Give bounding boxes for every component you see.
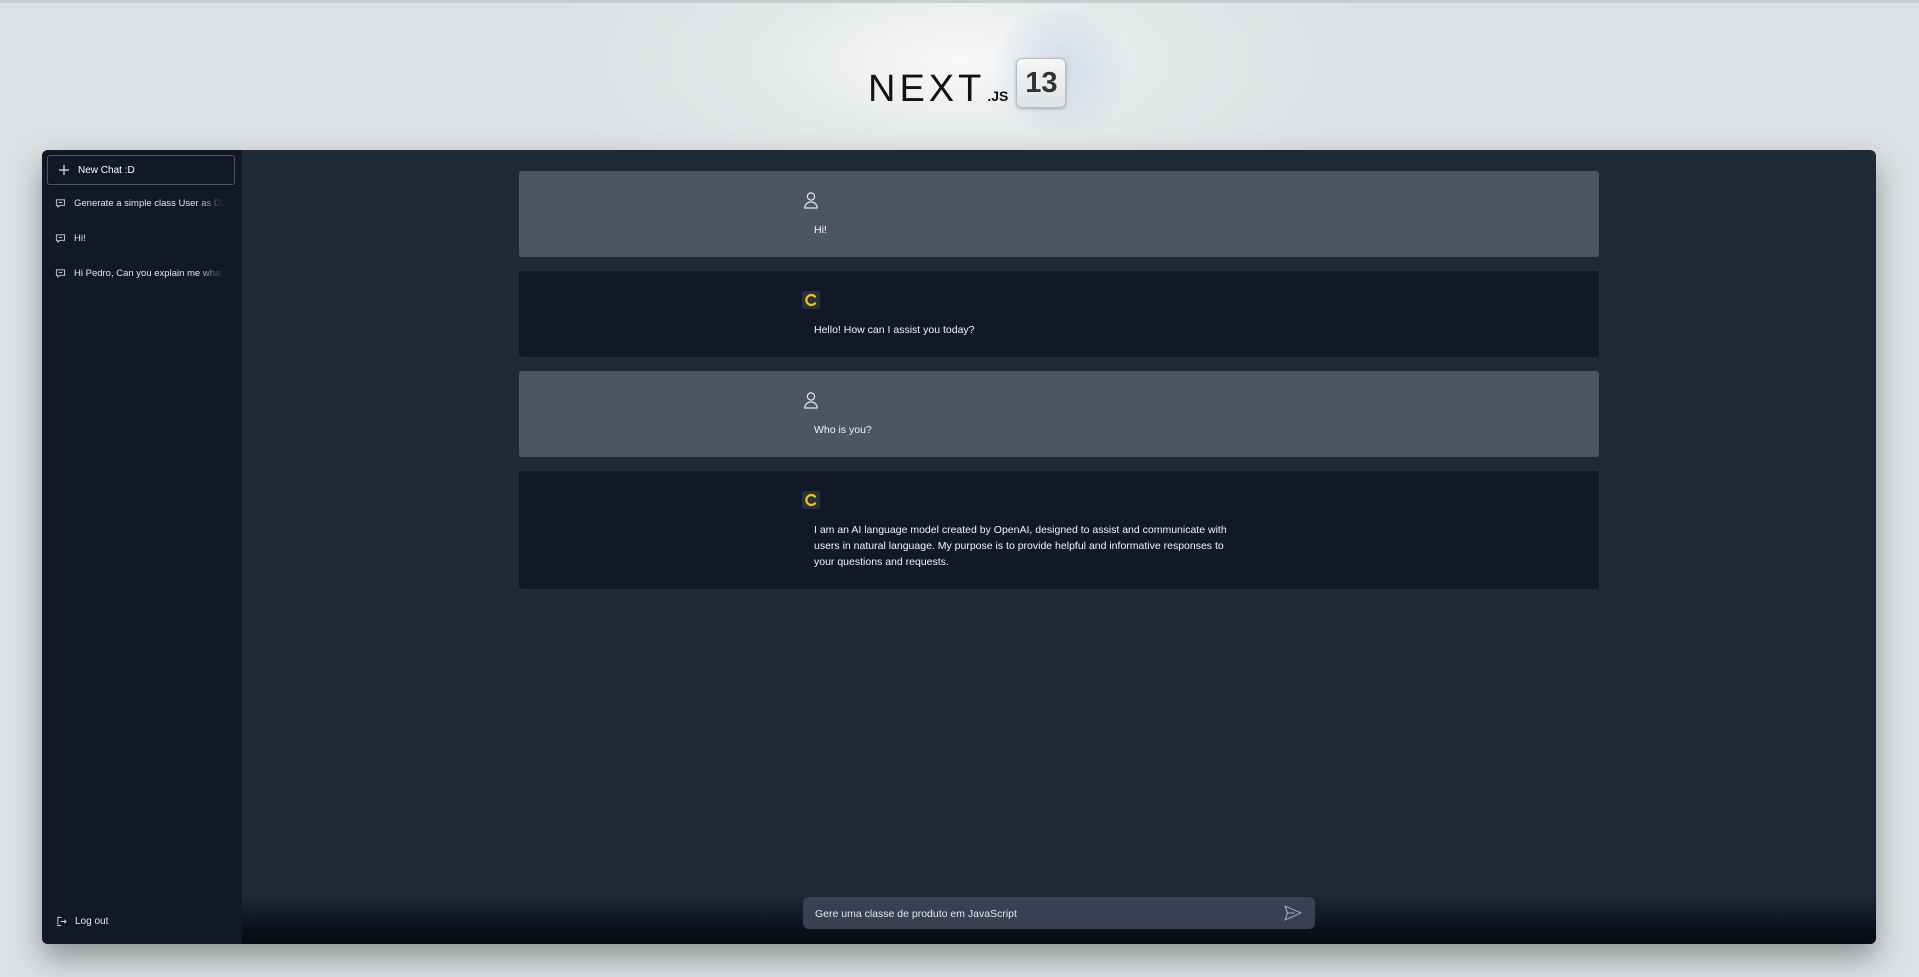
user-icon: [804, 192, 818, 209]
logout-label: Log out: [75, 916, 109, 927]
sidebar-chat-label: Hi Pedro, Can you explain me what is: [74, 267, 224, 279]
logo-word: NEXT: [868, 68, 986, 110]
assistant-message: Hello! How can I assist you today?: [519, 271, 1599, 357]
send-icon[interactable]: [1284, 905, 1302, 921]
new-chat-label: New Chat :D: [78, 164, 135, 176]
assistant-avatar: [802, 491, 820, 509]
logout-button[interactable]: Log out: [56, 916, 108, 927]
user-message: Hi!: [519, 171, 1599, 257]
plus-icon: [59, 165, 69, 175]
sidebar: New Chat :D Generate a simple class User…: [42, 150, 242, 944]
logout-icon: [57, 916, 67, 927]
sidebar-chat-label: Hi!: [74, 232, 86, 244]
message-icon: [55, 198, 66, 208]
composer: [803, 897, 1315, 931]
user-avatar: [802, 391, 820, 409]
nextjs-logo: NEXT .JS 13: [868, 56, 1067, 110]
new-chat-button[interactable]: New Chat :D: [47, 155, 235, 185]
message-text: Hi!: [814, 224, 827, 236]
message-text: I am an AI language model created by Ope…: [814, 524, 1227, 568]
message-text: Hello! How can I assist you today?: [814, 324, 975, 336]
top-border: [0, 0, 1919, 3]
sidebar-chat-item[interactable]: Hi!: [55, 229, 237, 247]
bot-logo-icon: [805, 293, 817, 307]
sidebar-chat-item[interactable]: Hi Pedro, Can you explain me what is: [55, 264, 237, 282]
sidebar-chat-item[interactable]: Generate a simple class User as DDD: [55, 194, 237, 212]
user-icon: [804, 392, 818, 409]
message-text: Who is you?: [814, 424, 872, 436]
sidebar-chat-label: Generate a simple class User as DDD: [74, 197, 224, 209]
message-input[interactable]: [813, 897, 1267, 931]
user-avatar: [802, 191, 820, 209]
assistant-avatar: [802, 291, 820, 309]
assistant-message: I am an AI language model created by Ope…: [519, 471, 1599, 589]
logo-suffix: .JS: [987, 88, 1009, 104]
user-message: Who is you?: [519, 371, 1599, 457]
message-icon: [55, 233, 66, 243]
version-badge: 13: [1016, 58, 1067, 108]
chat-app-window: New Chat :D Generate a simple class User…: [42, 150, 1876, 944]
bot-logo-icon: [805, 493, 817, 507]
message-icon: [55, 268, 66, 278]
